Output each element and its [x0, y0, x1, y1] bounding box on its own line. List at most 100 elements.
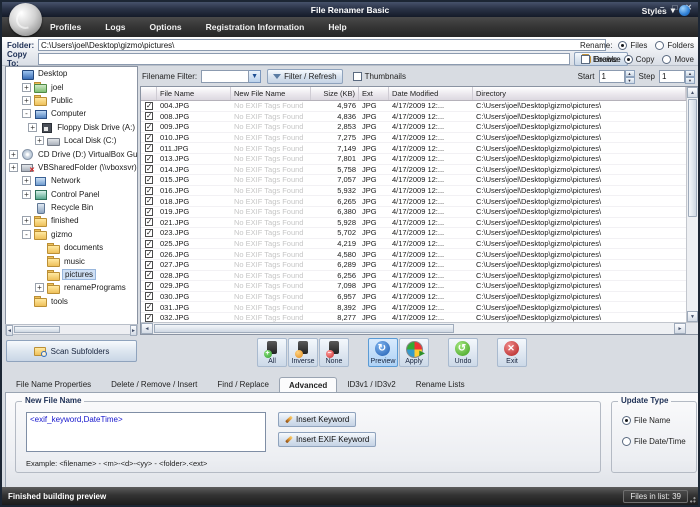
tree-item[interactable]: - gizmo [6, 228, 137, 241]
row-checkbox[interactable] [145, 165, 153, 173]
scrollbar-thumb[interactable] [14, 326, 60, 333]
checkbox-icon[interactable] [581, 55, 590, 64]
row-checkbox[interactable] [145, 314, 153, 322]
tree-item[interactable]: documents [6, 241, 137, 254]
scroll-down-icon[interactable]: ▼ [687, 311, 698, 322]
row-checkbox[interactable] [145, 250, 153, 258]
table-row[interactable]: 023.JPG No EXIF Tags Found 5,702 JPG 4/1… [141, 228, 686, 239]
insert-keyword-button[interactable]: Insert Keyword [278, 412, 356, 427]
tree-expander[interactable]: - [22, 109, 31, 118]
action-button[interactable]: Undo [448, 338, 478, 367]
tab[interactable]: File Name Properties [6, 376, 101, 392]
column-header[interactable]: Size (KB) [311, 87, 359, 100]
scroll-left-icon[interactable]: ◄ [141, 323, 153, 334]
tree-item[interactable]: + Floppy Disk Drive (A:) [6, 121, 137, 134]
row-checkbox[interactable] [145, 261, 153, 269]
enable-checkbox[interactable]: Enable [581, 55, 618, 64]
row-checkbox[interactable] [145, 282, 153, 290]
row-checkbox[interactable] [145, 155, 153, 163]
thumbnails-checkbox[interactable]: Thumbnails [353, 72, 406, 81]
filter-refresh-button[interactable]: Filter / Refresh [267, 69, 342, 84]
table-row[interactable]: 008.JPG No EXIF Tags Found 4,836 JPG 4/1… [141, 112, 686, 123]
tree-horizontal-scrollbar[interactable]: ◄ ► [5, 324, 138, 335]
spinner-arrows-icon[interactable]: ▲▼ [685, 70, 695, 83]
tree-item[interactable]: + renamePrograms [6, 281, 137, 294]
column-header[interactable]: Date Modified [389, 87, 473, 100]
row-checkbox[interactable] [145, 134, 153, 142]
radio-icon[interactable] [622, 437, 631, 446]
tree-item[interactable]: + joel [6, 80, 137, 93]
insert-exif-keyword-button[interactable]: Insert EXIF Keyword [278, 432, 376, 447]
row-checkbox[interactable] [145, 218, 153, 226]
radio-icon[interactable] [624, 55, 633, 64]
checkbox-icon[interactable] [353, 72, 362, 81]
scrollbar-thumb[interactable] [154, 324, 454, 333]
tab[interactable]: Find / Replace [207, 376, 279, 392]
action-button[interactable]: Exit [497, 338, 527, 367]
tab[interactable]: Delete / Remove / Insert [101, 376, 207, 392]
row-checkbox[interactable] [145, 123, 153, 131]
row-checkbox[interactable] [145, 112, 153, 120]
table-row[interactable]: 004.JPG No EXIF Tags Found 4,976 JPG 4/1… [141, 101, 686, 112]
tree-item[interactable]: Recycle Bin [6, 201, 137, 214]
radio-option[interactable]: Move [662, 55, 694, 64]
tree-expander[interactable]: + [9, 163, 18, 172]
table-row[interactable]: 018.JPG No EXIF Tags Found 6,265 JPG 4/1… [141, 196, 686, 207]
table-row[interactable]: 025.JPG No EXIF Tags Found 4,219 JPG 4/1… [141, 239, 686, 250]
tree-expander[interactable] [35, 257, 44, 266]
tab[interactable]: Advanced [279, 377, 337, 393]
menu-item[interactable]: Help [328, 22, 346, 32]
row-checkbox[interactable] [145, 144, 153, 152]
tree-expander[interactable]: + [35, 283, 44, 292]
tree-expander[interactable] [9, 69, 18, 78]
tree-expander[interactable]: - [22, 230, 31, 239]
filename-filter-combo[interactable]: ▼ [201, 70, 261, 83]
menu-item[interactable]: Profiles [50, 22, 81, 32]
menu-item[interactable]: Options [150, 22, 182, 32]
table-vertical-scrollbar[interactable]: ▲ ▼ [686, 87, 698, 322]
table-row[interactable]: 028.JPG No EXIF Tags Found 6,256 JPG 4/1… [141, 271, 686, 282]
tree-item[interactable]: + Control Panel [6, 188, 137, 201]
tree-expander[interactable]: + [35, 136, 44, 145]
action-button[interactable]: Apply [399, 338, 429, 367]
tree-expander[interactable]: + [9, 150, 18, 159]
scan-subfolders-button[interactable]: Scan Subfolders [6, 340, 137, 362]
tree-expander[interactable] [35, 243, 44, 252]
row-checkbox[interactable] [145, 271, 153, 279]
tree-item[interactable]: + CD Drive (D:) VirtualBox Guest [6, 147, 137, 160]
action-button[interactable]: All [257, 338, 287, 367]
dropdown-arrow-icon[interactable]: ▼ [249, 70, 261, 83]
menu-item[interactable]: Logs [105, 22, 125, 32]
tree-item[interactable]: + Local Disk (C:) [6, 134, 137, 147]
tab[interactable]: Rename Lists [406, 376, 475, 392]
row-checkbox[interactable] [145, 229, 153, 237]
tree-expander[interactable]: + [22, 176, 31, 185]
column-header[interactable]: File Name [157, 87, 231, 100]
table-row[interactable]: 009.JPG No EXIF Tags Found 2,853 JPG 4/1… [141, 122, 686, 133]
radio-option[interactable]: Folders [655, 41, 694, 50]
folder-input[interactable] [38, 39, 606, 51]
column-header[interactable]: New File Name [231, 87, 311, 100]
tree-expander[interactable]: + [22, 96, 31, 105]
table-row[interactable]: 021.JPG No EXIF Tags Found 5,928 JPG 4/1… [141, 218, 686, 229]
tree-expander[interactable]: + [22, 216, 31, 225]
tree-item[interactable]: pictures [6, 268, 137, 281]
table-row[interactable]: 010.JPG No EXIF Tags Found 7,275 JPG 4/1… [141, 133, 686, 144]
scroll-up-icon[interactable]: ▲ [687, 87, 698, 98]
radio-option[interactable]: File Date/Time [622, 437, 686, 446]
check-column-header[interactable] [141, 87, 157, 100]
menu-item[interactable]: Registration Information [206, 22, 305, 32]
table-row[interactable]: 014.JPG No EXIF Tags Found 5,758 JPG 4/1… [141, 165, 686, 176]
start-stepper[interactable]: ▲▼ [599, 70, 635, 83]
tree-item[interactable]: music [6, 254, 137, 267]
radio-icon[interactable] [622, 416, 631, 425]
spinner-arrows-icon[interactable]: ▲▼ [625, 70, 635, 83]
scrollbar-thumb[interactable] [688, 99, 697, 217]
action-button[interactable]: Preview [368, 338, 398, 367]
action-button[interactable]: Inverse [288, 338, 318, 367]
radio-icon[interactable] [662, 55, 671, 64]
radio-icon[interactable] [655, 41, 664, 50]
table-row[interactable]: 026.JPG No EXIF Tags Found 4,580 JPG 4/1… [141, 249, 686, 260]
row-checkbox[interactable] [145, 176, 153, 184]
tree-item[interactable]: tools [6, 295, 137, 308]
